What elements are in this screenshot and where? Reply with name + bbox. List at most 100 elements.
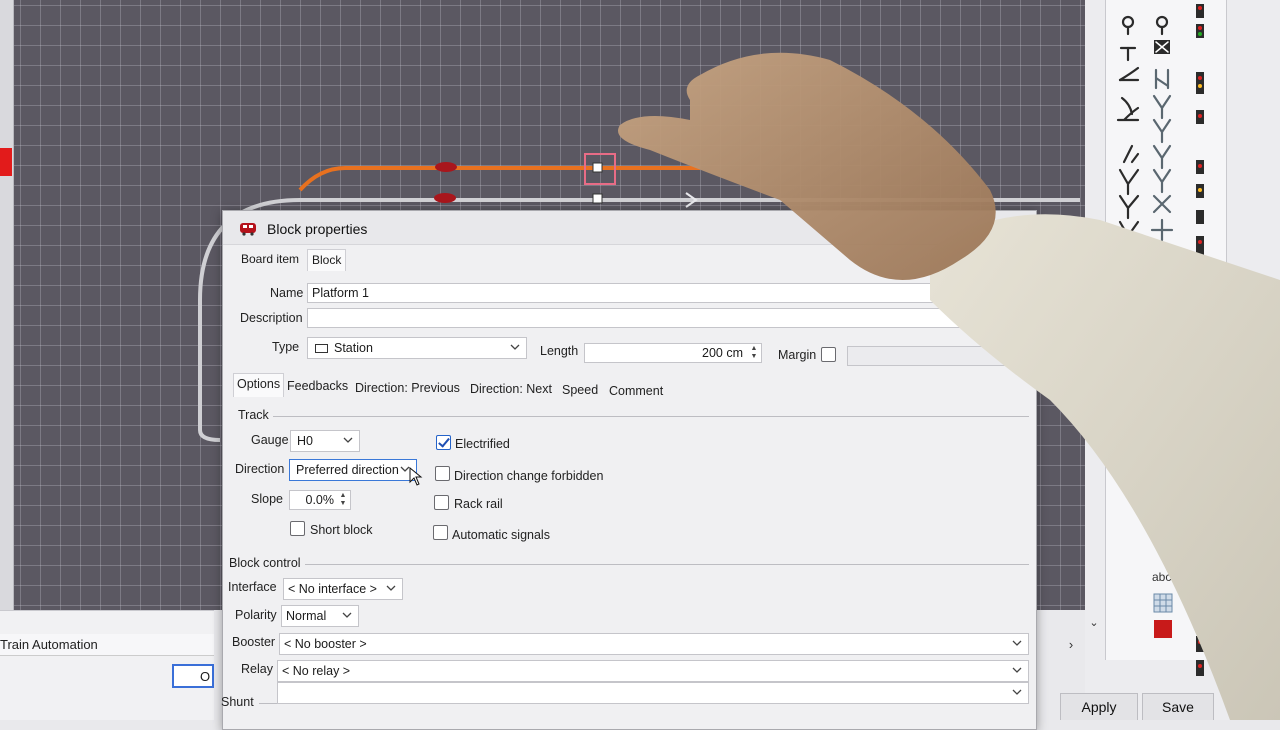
switch-icon-1 bbox=[1116, 106, 1140, 122]
shunt-group-label: Shunt bbox=[221, 695, 254, 709]
crossing-icon bbox=[1154, 40, 1170, 54]
dialog-titlebar[interactable]: Block properties bbox=[223, 211, 1036, 245]
length-input[interactable]: 200 cm ▲ ▼ bbox=[584, 343, 762, 363]
grey-switch-icon-1 bbox=[1152, 94, 1172, 120]
electrified-label: Electrified bbox=[455, 437, 510, 451]
direction-select[interactable]: Preferred direction bbox=[289, 459, 417, 481]
palette-text-label: abc bbox=[1152, 570, 1172, 584]
margin-checkbox[interactable] bbox=[821, 347, 836, 362]
pin-icon bbox=[1121, 15, 1135, 36]
chevron-down-icon bbox=[510, 344, 520, 350]
track-group-label: Track bbox=[238, 408, 269, 422]
train-icon bbox=[240, 223, 256, 236]
grey-track-icon bbox=[1154, 68, 1170, 90]
switch-icon-5 bbox=[1118, 220, 1140, 246]
direction-change-forbidden-checkbox[interactable] bbox=[435, 466, 450, 481]
save-button[interactable]: Save bbox=[1142, 693, 1214, 720]
relay-select[interactable]: < No relay > bbox=[277, 660, 1029, 682]
relay-label: Relay bbox=[241, 662, 273, 676]
booster-select[interactable]: < No booster > bbox=[279, 633, 1029, 655]
subtab-speed[interactable]: Speed bbox=[562, 383, 598, 397]
interface-select[interactable]: < No interface > bbox=[283, 578, 403, 600]
track-active bbox=[298, 166, 700, 192]
type-label: Type bbox=[272, 340, 300, 354]
chevron-down-icon bbox=[343, 437, 353, 443]
pin-icon-2 bbox=[1155, 15, 1169, 36]
switch-icon-4 bbox=[1118, 194, 1140, 220]
length-spinner-icon[interactable]: ▲ ▼ bbox=[749, 345, 759, 361]
automatic-signals-checkbox[interactable] bbox=[433, 525, 448, 540]
length-input-value: 200 cm bbox=[702, 346, 743, 360]
shunt-select[interactable] bbox=[277, 682, 1029, 704]
direction-change-forbidden-label: Direction change forbidden bbox=[454, 469, 604, 483]
slope-input[interactable]: 0.0% ▲ ▼ bbox=[289, 490, 351, 510]
grey-switch-icon-2 bbox=[1152, 118, 1172, 144]
direction-label: Direction bbox=[235, 462, 285, 476]
switch-icon-2 bbox=[1122, 144, 1140, 164]
electrified-checkbox[interactable] bbox=[436, 435, 451, 450]
gauge-select-value: H0 bbox=[297, 434, 313, 448]
canvas-scroll-right-icon[interactable]: › bbox=[1064, 637, 1078, 653]
palette-scroll-down-icon[interactable]: ⌄ bbox=[1087, 616, 1101, 632]
tab-block[interactable]: Block bbox=[307, 249, 347, 271]
grey-switch-icon-5 bbox=[1152, 194, 1172, 214]
length-label: Length bbox=[540, 344, 579, 358]
gauge-select[interactable]: H0 bbox=[290, 430, 360, 452]
chevron-down-icon bbox=[1012, 640, 1022, 646]
track-group-divider bbox=[273, 416, 1029, 417]
automatic-signals-label: Automatic signals bbox=[452, 528, 550, 542]
block-handle-upper bbox=[592, 162, 603, 173]
chevron-down-icon bbox=[1012, 667, 1022, 673]
tab-board-item[interactable]: Board item bbox=[237, 249, 303, 271]
short-block-checkbox[interactable] bbox=[290, 521, 305, 536]
tab-train-automation[interactable]: Train Automation bbox=[0, 634, 214, 656]
name-label: Name bbox=[270, 286, 304, 300]
grey-cross-icon bbox=[1150, 218, 1174, 242]
interface-label: Interface bbox=[228, 580, 277, 594]
gauge-label: Gauge bbox=[251, 433, 289, 447]
margin-input[interactable] bbox=[847, 346, 1037, 366]
type-select[interactable]: Station bbox=[307, 337, 527, 359]
name-input-value: Platform 1 bbox=[312, 286, 369, 300]
block-marker-upper bbox=[435, 162, 457, 172]
apply-button[interactable]: Apply bbox=[1060, 693, 1138, 720]
block-control-group-divider bbox=[305, 564, 1029, 565]
station-icon bbox=[315, 344, 328, 353]
polarity-select-value: Normal bbox=[286, 609, 327, 623]
chevron-down-icon bbox=[1012, 689, 1022, 695]
block-properties-dialog: Block properties Board item Block Name P… bbox=[221, 210, 1037, 730]
name-input[interactable]: Platform 1 bbox=[307, 283, 1037, 303]
polarity-label: Polarity bbox=[235, 608, 277, 622]
booster-label: Booster bbox=[232, 635, 276, 649]
slope-spinner-icon[interactable]: ▲ ▼ bbox=[338, 492, 348, 508]
block-control-group-label: Block control bbox=[229, 556, 301, 570]
curve-track-icon bbox=[1118, 66, 1140, 82]
subtab-feedbacks[interactable]: Feedbacks bbox=[287, 379, 348, 393]
short-block-label: Short block bbox=[310, 523, 373, 537]
rack-rail-label: Rack rail bbox=[454, 497, 503, 511]
subtab-direction-previous[interactable]: Direction: Previous bbox=[355, 381, 460, 395]
slope-label: Slope bbox=[251, 492, 283, 506]
subtab-comment[interactable]: Comment bbox=[609, 384, 663, 398]
type-select-value: Station bbox=[334, 341, 373, 355]
track-palette[interactable]: abc bbox=[1105, 0, 1227, 676]
margin-label: Margin bbox=[778, 348, 817, 362]
signal-icons bbox=[1196, 4, 1204, 676]
slope-input-value: 0.0% bbox=[305, 493, 335, 507]
description-label: Description bbox=[240, 311, 303, 325]
grey-switch-icon-3 bbox=[1152, 144, 1172, 170]
chevron-down-icon bbox=[386, 585, 396, 591]
grid-icon bbox=[1153, 593, 1173, 613]
relay-select-value: < No relay > bbox=[282, 664, 351, 678]
dialog-title: Block properties bbox=[267, 221, 368, 237]
polarity-select[interactable]: Normal bbox=[281, 605, 359, 627]
rack-rail-checkbox[interactable] bbox=[434, 495, 449, 510]
chevron-down-icon bbox=[342, 612, 352, 618]
subtab-options[interactable]: Options bbox=[233, 373, 285, 397]
ok-button[interactable]: O bbox=[172, 664, 214, 688]
description-input[interactable] bbox=[307, 308, 1037, 328]
red-block-icon bbox=[1154, 620, 1172, 638]
interface-select-value: < No interface > bbox=[288, 582, 377, 596]
subtab-direction-next[interactable]: Direction: Next bbox=[470, 382, 552, 396]
booster-select-value: < No booster > bbox=[284, 637, 367, 651]
